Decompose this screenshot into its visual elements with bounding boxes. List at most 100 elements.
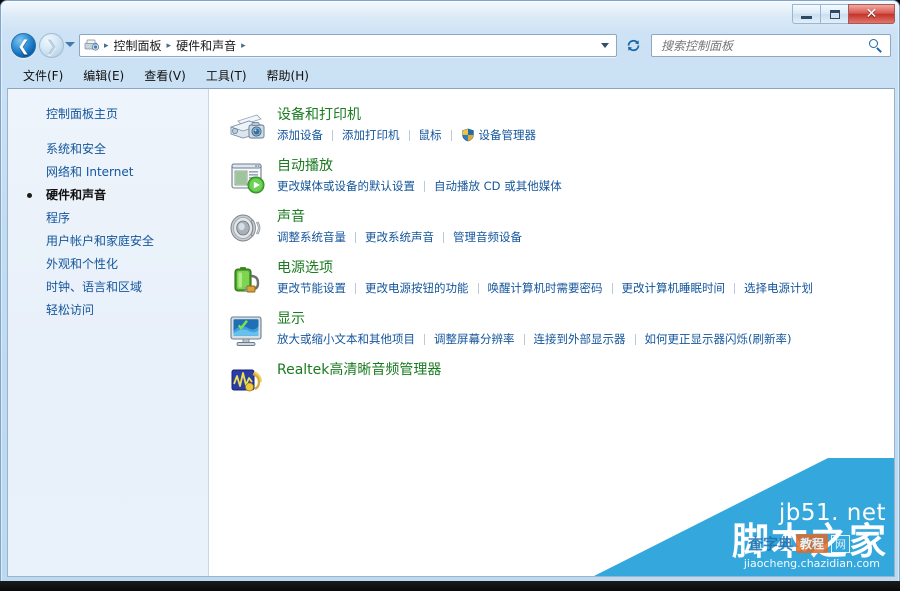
category-title-autoplay[interactable]: 自动播放: [277, 157, 562, 175]
link-separator: [524, 334, 525, 345]
category-links: 更改节能设置 更改电源按钮的功能 唤醒计算机时需要密码 更改计算机睡眠时间 选择…: [277, 280, 813, 296]
sidebar-item-control-panel-home[interactable]: 控制面板主页: [8, 102, 208, 125]
minimize-button[interactable]: [792, 4, 821, 24]
watermark-badge: 查字典 教程 网: [748, 533, 850, 554]
breadcrumb-item-control-panel[interactable]: 控制面板: [110, 37, 166, 54]
autoplay-icon: [227, 156, 269, 198]
link-adjust-screen-resolution[interactable]: 调整屏幕分辨率: [434, 331, 515, 347]
link-separator: [635, 334, 636, 345]
category-links: 放大或缩小文本和其他项目 调整屏幕分辨率 连接到外部显示器 如何更正显示器闪烁(…: [277, 331, 791, 347]
menu-item-help[interactable]: 帮助(H): [257, 63, 319, 88]
link-device-manager[interactable]: 设备管理器: [479, 127, 537, 143]
link-separator: [409, 130, 410, 141]
link-change-default-settings-for-media-or-devices[interactable]: 更改媒体或设备的默认设置: [277, 178, 415, 194]
category-body: 设备和打印机 添加设备 添加打印机 鼠标: [277, 105, 536, 147]
sidebar-item-label: 程序: [46, 211, 70, 225]
link-separator: [332, 130, 333, 141]
category-autoplay: 自动播放 更改媒体或设备的默认设置 自动播放 CD 或其他媒体: [227, 156, 894, 198]
watermark-site-url: jb51. net: [779, 500, 886, 526]
navigation-bar: ❮ ❯ ▸ 控制面板 ▸ 硬件和声音 ▸: [1, 29, 900, 62]
link-connect-to-external-display[interactable]: 连接到外部显示器: [534, 331, 626, 347]
category-devices-and-printers: 设备和打印机 添加设备 添加打印机 鼠标: [227, 105, 894, 147]
sidebar-item-network-and-internet[interactable]: 网络和 Internet: [8, 161, 208, 184]
main-content: 设备和打印机 添加设备 添加打印机 鼠标: [209, 89, 894, 576]
category-body: 电源选项 更改节能设置 更改电源按钮的功能 唤醒计算机时需要密码 更改计算机睡眠…: [277, 258, 813, 300]
control-panel-window: ✕ ❮ ❯ ▸ 控制面板 ▸ 硬件和声音 ▸: [0, 0, 900, 583]
forward-button[interactable]: ❯: [39, 33, 64, 58]
refresh-button[interactable]: [623, 35, 644, 56]
link-separator: [451, 130, 452, 141]
link-change-system-sounds[interactable]: 更改系统声音: [365, 229, 434, 245]
category-title-sound[interactable]: 声音: [277, 208, 522, 226]
sidebar-item-hardware-and-sound[interactable]: 硬件和声音: [8, 184, 208, 207]
site-watermark: jb51. net 脚本之家 查字典 教程 网 jiaocheng.chazid…: [594, 458, 894, 576]
category-links: 调整系统音量 更改系统声音 管理音频设备: [277, 229, 522, 245]
link-separator: [355, 232, 356, 243]
menu-item-file[interactable]: 文件(F): [13, 63, 73, 88]
menu-item-tools[interactable]: 工具(T): [196, 63, 257, 88]
link-change-when-computer-sleeps[interactable]: 更改计算机睡眠时间: [622, 280, 726, 296]
link-play-cd-or-other-media-automatically[interactable]: 自动播放 CD 或其他媒体: [434, 178, 562, 194]
sidebar-item-label: 时钟、语言和区域: [46, 280, 142, 294]
sound-speaker-icon: [227, 207, 269, 249]
category-title-devices-and-printers[interactable]: 设备和打印机: [277, 106, 536, 124]
link-adjust-system-volume[interactable]: 调整系统音量: [277, 229, 346, 245]
link-mouse[interactable]: 鼠标: [419, 127, 442, 143]
client-area: 控制面板主页 系统和安全 网络和 Internet 硬件和声音 程序 用户帐户和…: [7, 88, 895, 577]
back-button[interactable]: ❮: [11, 33, 36, 58]
category-title-realtek-hd-audio-manager[interactable]: Realtek高清晰音频管理器: [277, 361, 441, 379]
link-separator: [478, 283, 479, 294]
search-box[interactable]: [651, 34, 891, 57]
sidebar-item-label: 硬件和声音: [46, 188, 106, 202]
menu-item-edit[interactable]: 编辑(E): [73, 63, 134, 88]
sidebar-item-label: 网络和 Internet: [46, 165, 133, 179]
active-bullet-icon: [27, 193, 32, 198]
sidebar-item-appearance-and-personalization[interactable]: 外观和个性化: [8, 253, 208, 276]
sidebar-item-system-and-security[interactable]: 系统和安全: [8, 138, 208, 161]
minimize-icon: [801, 16, 812, 19]
search-input[interactable]: [659, 38, 869, 54]
close-button[interactable]: ✕: [848, 4, 895, 24]
forward-arrow-icon: ❯: [40, 34, 63, 57]
link-change-power-saving-settings[interactable]: 更改节能设置: [277, 280, 346, 296]
sidebar-item-user-accounts-and-family-safety[interactable]: 用户帐户和家庭安全: [8, 230, 208, 253]
category-body: 自动播放 更改媒体或设备的默认设置 自动播放 CD 或其他媒体: [277, 156, 562, 198]
watermark-badge-part2: 教程: [796, 534, 828, 553]
link-separator: [734, 283, 735, 294]
address-bar[interactable]: ▸ 控制面板 ▸ 硬件和声音 ▸: [79, 34, 617, 57]
category-links: 更改媒体或设备的默认设置 自动播放 CD 或其他媒体: [277, 178, 562, 194]
sidebar-item-label: 外观和个性化: [46, 257, 118, 271]
sidebar-item-programs[interactable]: 程序: [8, 207, 208, 230]
link-manage-audio-devices[interactable]: 管理音频设备: [453, 229, 522, 245]
maximize-button[interactable]: [820, 4, 849, 24]
menu-item-view[interactable]: 查看(V): [134, 63, 196, 88]
link-require-password-when-computer-wakes[interactable]: 唤醒计算机时需要密码: [488, 280, 603, 296]
address-dropdown-icon[interactable]: [601, 43, 609, 48]
back-arrow-icon: ❮: [12, 34, 35, 57]
link-separator: [424, 181, 425, 192]
link-choose-power-plan[interactable]: 选择电源计划: [744, 280, 813, 296]
desktop-bottom-strip: [0, 581, 900, 591]
breadcrumb-separator: ▸: [240, 41, 247, 51]
link-make-text-larger-or-smaller[interactable]: 放大或缩小文本和其他项目: [277, 331, 415, 347]
power-battery-icon: [227, 258, 269, 300]
maximize-icon: [830, 10, 840, 19]
link-change-what-power-buttons-do[interactable]: 更改电源按钮的功能: [365, 280, 469, 296]
menu-bar: 文件(F) 编辑(E) 查看(V) 工具(T) 帮助(H): [1, 62, 900, 88]
category-title-power-options[interactable]: 电源选项: [277, 259, 813, 277]
sidebar-category-list: 系统和安全 网络和 Internet 硬件和声音 程序 用户帐户和家庭安全 外观…: [8, 138, 208, 322]
sidebar-item-ease-of-access[interactable]: 轻松访问: [8, 299, 208, 322]
category-body: Realtek高清晰音频管理器: [277, 360, 441, 402]
sidebar-item-clock-language-and-region[interactable]: 时钟、语言和区域: [8, 276, 208, 299]
watermark-badge-part3: 网: [831, 535, 850, 553]
link-add-printer[interactable]: 添加打印机: [342, 127, 400, 143]
link-how-to-correct-monitor-flicker[interactable]: 如何更正显示器闪烁(刷新率): [645, 331, 792, 347]
link-add-device[interactable]: 添加设备: [277, 127, 323, 143]
recent-pages-dropdown[interactable]: [65, 42, 75, 47]
link-separator: [424, 334, 425, 345]
category-power-options: 电源选项 更改节能设置 更改电源按钮的功能 唤醒计算机时需要密码 更改计算机睡眠…: [227, 258, 894, 300]
title-bar: ✕: [1, 1, 900, 29]
breadcrumb-item-hardware-and-sound[interactable]: 硬件和声音: [172, 37, 240, 54]
watermark-site-name: 脚本之家: [732, 523, 888, 560]
category-title-display[interactable]: 显示: [277, 310, 791, 328]
